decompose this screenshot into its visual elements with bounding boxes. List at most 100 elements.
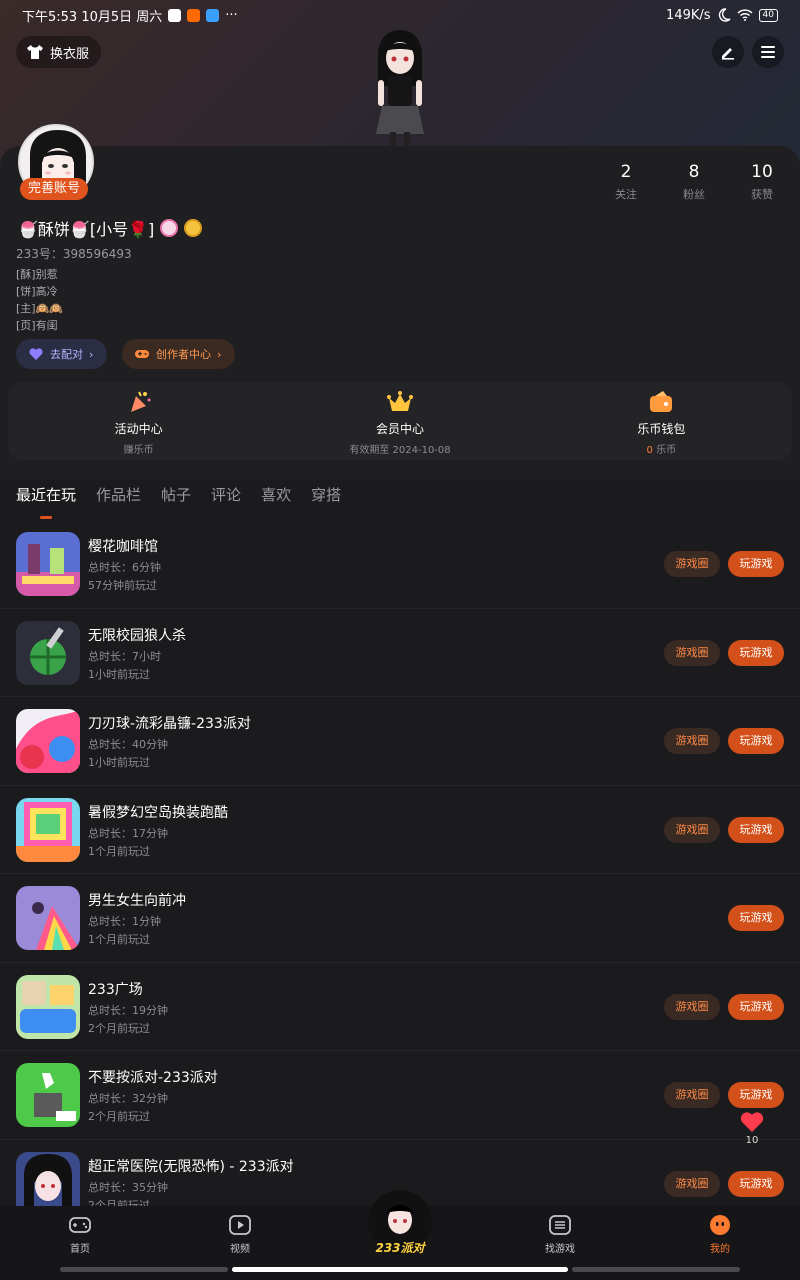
game-duration: 总时长：7小时 bbox=[88, 649, 161, 663]
play-game-button[interactable]: 玩游戏 bbox=[728, 905, 784, 931]
tab-recently-played[interactable]: 最近在玩 bbox=[16, 480, 76, 519]
game-circle-button[interactable]: 游戏圈 bbox=[664, 551, 720, 577]
stat-likes[interactable]: 10 获赞 bbox=[732, 162, 792, 202]
game-last-played: 2个月前玩过 bbox=[88, 1110, 150, 1123]
list-item[interactable]: 暑假梦幻空岛换装跑酷 总时长：17分钟 1个月前玩过 游戏圈 玩游戏 bbox=[0, 786, 800, 874]
avatar-character-figure[interactable] bbox=[360, 28, 440, 150]
moon-icon bbox=[718, 8, 731, 22]
wallet-icon bbox=[650, 391, 673, 412]
go-pair-label: 去配对 bbox=[50, 348, 83, 361]
system-nav-bar-right bbox=[572, 1267, 740, 1272]
game-duration: 总时长：17分钟 bbox=[88, 826, 168, 840]
change-outfit-button[interactable]: 换衣服 bbox=[16, 36, 102, 68]
game-name: 不要按派对-233派对 bbox=[88, 1070, 218, 1086]
game-duration: 总时长：1分钟 bbox=[88, 915, 161, 928]
game-duration: 总时长：40分钟 bbox=[88, 738, 168, 751]
member-center[interactable]: 会员中心 有效期至 2024-10-08 bbox=[269, 382, 530, 460]
game-thumbnail bbox=[16, 709, 80, 773]
play-game-button[interactable]: 玩游戏 bbox=[728, 816, 784, 843]
list-item[interactable]: 无限校园狼人杀 总时长：7小时 1小时前玩过 游戏圈 玩游戏 bbox=[0, 609, 800, 697]
game-duration: 总时长：19分钟 bbox=[88, 1003, 168, 1017]
nickname: 🍧酥饼🍧[小号🌹] bbox=[18, 220, 155, 239]
likes-label: 获赞 bbox=[751, 188, 773, 201]
tab-outfits[interactable]: 穿搭 bbox=[311, 480, 341, 509]
gamepad-icon bbox=[135, 350, 149, 358]
coin-unit: 乐币 bbox=[652, 445, 677, 456]
nav-video[interactable]: 视频 bbox=[210, 1214, 270, 1255]
party-popper-icon bbox=[130, 391, 151, 412]
nav-home[interactable]: 首页 bbox=[50, 1214, 110, 1255]
game-thumbnail bbox=[16, 886, 80, 950]
nav-find-games-label: 找游戏 bbox=[545, 1244, 575, 1255]
edit-profile-button[interactable] bbox=[712, 36, 744, 68]
system-nav-bar-left bbox=[60, 1267, 228, 1272]
bio-line: [酥]别惹 bbox=[16, 268, 58, 281]
following-label: 关注 bbox=[615, 188, 637, 201]
tab-works[interactable]: 作品栏 bbox=[96, 480, 141, 509]
bio-line: [主]🙉🙉 bbox=[16, 302, 63, 315]
game-thumbnail bbox=[16, 620, 80, 685]
coin-wallet-sub: 0 乐币 bbox=[647, 441, 677, 456]
go-pair-button[interactable]: 去配对 › bbox=[16, 339, 108, 369]
status-right: 149K/s 40 bbox=[666, 8, 778, 23]
game-duration: 总时长：32分钟 bbox=[88, 1092, 168, 1105]
tab-likes[interactable]: 喜欢 bbox=[261, 480, 291, 509]
floating-like-button[interactable]: 10 bbox=[730, 1110, 774, 1154]
list-item[interactable]: 刀刃球-流彩晶镰-233派对 总时长：40分钟 1小时前玩过 游戏圈 玩游戏 bbox=[0, 697, 800, 786]
tab-comments[interactable]: 评论 bbox=[211, 480, 241, 509]
nav-me[interactable]: 我的 bbox=[690, 1214, 750, 1255]
game-circle-button[interactable]: 游戏圈 bbox=[664, 1170, 720, 1197]
play-game-button[interactable]: 玩游戏 bbox=[728, 728, 784, 754]
game-last-played: 57分钟前玩过 bbox=[88, 579, 157, 592]
nav-home-label: 首页 bbox=[70, 1244, 90, 1255]
coin-wallet-title: 乐币钱包 bbox=[637, 422, 686, 436]
game-name: 刀刃球-流彩晶镰-233派对 bbox=[88, 716, 251, 732]
play-game-button[interactable]: 玩游戏 bbox=[728, 993, 784, 1020]
wifi-icon bbox=[737, 9, 753, 21]
play-game-button[interactable]: 玩游戏 bbox=[728, 639, 784, 666]
game-circle-button[interactable]: 游戏圈 bbox=[664, 639, 720, 666]
bio-line: [饼]高冷 bbox=[16, 285, 58, 298]
game-last-played: 2个月前玩过 bbox=[88, 1021, 150, 1035]
user-id[interactable]: 233号：398596493 bbox=[16, 245, 132, 262]
game-name: 超正常医院(无限恐怖) - 233派对 bbox=[88, 1158, 294, 1175]
play-game-button[interactable]: 玩游戏 bbox=[728, 1170, 784, 1197]
game-circle-button[interactable]: 游戏圈 bbox=[664, 1082, 720, 1108]
creator-center-button[interactable]: 创作者中心 › bbox=[122, 339, 236, 369]
more-notifications-icon: ··· bbox=[225, 7, 238, 23]
play-game-button[interactable]: 玩游戏 bbox=[728, 1082, 784, 1108]
game-last-played: 1小时前玩过 bbox=[88, 756, 150, 769]
play-game-button[interactable]: 玩游戏 bbox=[728, 551, 784, 577]
tab-posts[interactable]: 帖子 bbox=[161, 480, 191, 509]
complete-account-badge[interactable]: 完善账号 bbox=[20, 178, 89, 200]
game-circle-button[interactable]: 游戏圈 bbox=[664, 728, 720, 754]
list-icon bbox=[549, 1215, 571, 1235]
game-circle-button[interactable]: 游戏圈 bbox=[664, 816, 720, 843]
game-name: 樱花咖啡馆 bbox=[88, 539, 158, 555]
nav-video-label: 视频 bbox=[230, 1244, 250, 1255]
game-name: 无限校园狼人杀 bbox=[88, 627, 186, 644]
play-video-icon bbox=[229, 1215, 251, 1235]
nickname-row: 🍧酥饼🍧[小号🌹] bbox=[18, 216, 203, 240]
activity-center[interactable]: 活动中心 赚乐币 bbox=[8, 382, 269, 460]
stat-following[interactable]: 2 关注 bbox=[596, 162, 656, 202]
nav-me-label: 我的 bbox=[710, 1244, 730, 1255]
game-name: 男生女生向前冲 bbox=[88, 893, 186, 909]
list-item[interactable]: 樱花咖啡馆 总时长：6分钟 57分钟前玩过 游戏圈 玩游戏 bbox=[0, 520, 800, 609]
crown-badge-icon[interactable] bbox=[184, 219, 203, 237]
stat-fans[interactable]: 8 粉丝 bbox=[664, 162, 724, 202]
menu-button[interactable] bbox=[752, 36, 784, 68]
game-name: 暑假梦幻空岛换装跑酷 bbox=[88, 804, 228, 821]
gamepad-icon bbox=[69, 1217, 91, 1233]
game-circle-button[interactable]: 游戏圈 bbox=[664, 993, 720, 1020]
system-home-indicator[interactable] bbox=[232, 1267, 568, 1272]
list-item[interactable]: 男生女生向前冲 总时长：1分钟 1个月前玩过 玩游戏 bbox=[0, 874, 800, 963]
coin-wallet[interactable]: 乐币钱包 0 乐币 bbox=[531, 382, 792, 460]
shirt-icon bbox=[27, 45, 43, 59]
list-item[interactable]: 不要按派对-233派对 总时长：32分钟 2个月前玩过 游戏圈 玩游戏 bbox=[0, 1051, 800, 1140]
nav-find-games[interactable]: 找游戏 bbox=[530, 1214, 590, 1255]
list-item[interactable]: 233广场 总时长：19分钟 2个月前玩过 游戏圈 玩游戏 bbox=[0, 963, 800, 1051]
lollipop-badge-icon[interactable] bbox=[160, 219, 179, 237]
profile-face-icon bbox=[710, 1215, 730, 1235]
chevron-right-icon: › bbox=[89, 347, 94, 361]
